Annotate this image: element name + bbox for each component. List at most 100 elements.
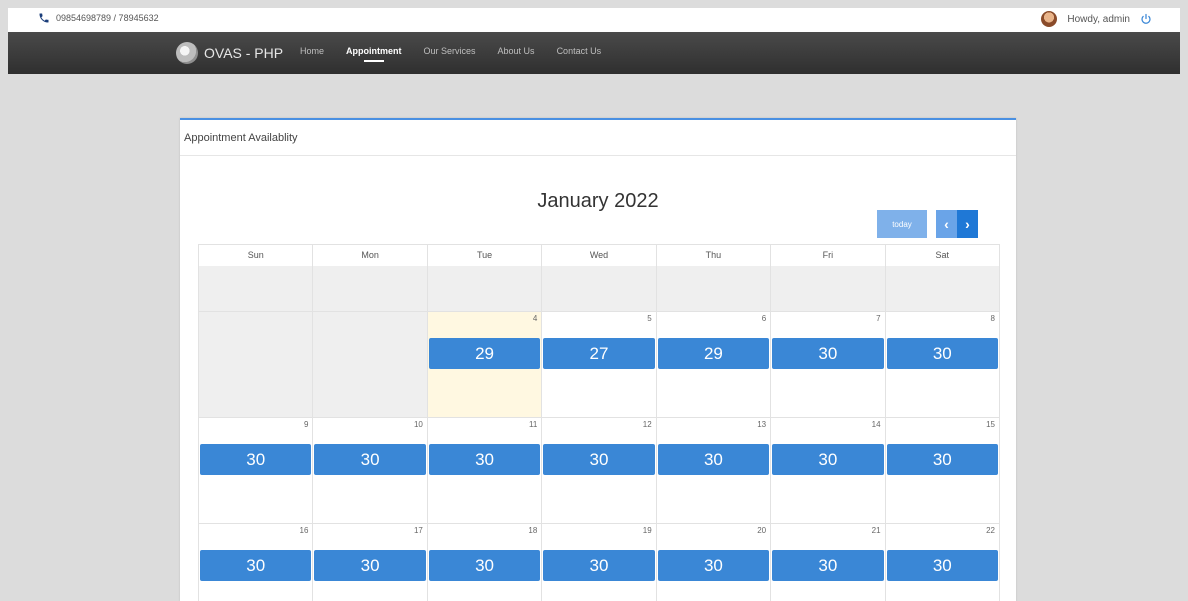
day-number: 18 [528, 526, 538, 535]
calendar-day-cell[interactable]: 21 30 [771, 524, 886, 601]
day-number: 21 [871, 526, 881, 535]
chevron-right-icon: › [965, 216, 970, 232]
calendar-day-cell[interactable]: 12 30 [542, 418, 657, 524]
availability-event[interactable]: 27 [543, 338, 655, 369]
calendar-day-cell[interactable] [542, 266, 657, 312]
day-number: 8 [990, 314, 995, 323]
nav-item-appointment[interactable]: Appointment [346, 46, 402, 62]
weekday-thu: Thu [656, 245, 772, 267]
calendar-day-cell[interactable]: 11 30 [427, 418, 543, 524]
top-utility-bar: 09854698789 / 78945632 Howdy, admin [8, 8, 1180, 32]
availability-event[interactable]: 29 [428, 338, 541, 369]
availability-event[interactable]: 30 [886, 338, 998, 369]
day-number: 11 [528, 420, 538, 429]
availability-event[interactable]: 30 [886, 550, 998, 581]
contact-phone: 09854698789 / 78945632 [38, 12, 159, 24]
availability-event[interactable]: 30 [314, 444, 426, 475]
day-number: 22 [986, 526, 995, 535]
nav-item-about-us[interactable]: About Us [498, 46, 535, 56]
weekday-header: Sun Mon Tue Wed Thu Fri Sat [198, 244, 1000, 267]
availability-event[interactable]: 30 [314, 550, 426, 581]
calendar-day-cell[interactable]: 13 30 [656, 418, 772, 524]
calendar-day-cell[interactable]: 22 30 [885, 524, 1000, 601]
nav-item-contact-us[interactable]: Contact Us [557, 46, 602, 56]
calendar-day-cell[interactable]: 18 30 [427, 524, 543, 601]
calendar-day-cell[interactable]: 17 30 [313, 524, 428, 601]
calendar-day-cell[interactable]: 4 29 [427, 312, 543, 418]
next-month-button[interactable]: › [957, 210, 978, 238]
calendar-day-cell[interactable]: 20 30 [656, 524, 772, 601]
calendar-grid: Sun Mon Tue Wed Thu Fri Sat 4 29 5 27 6 29 7 30… [198, 244, 1000, 601]
availability-event[interactable]: 30 [428, 550, 541, 581]
availability-event[interactable]: 30 [772, 444, 884, 475]
calendar-day-cell[interactable] [656, 266, 772, 312]
phone-number: 09854698789 / 78945632 [56, 13, 159, 23]
weekday-tue: Tue [427, 245, 543, 267]
calendar-week-row: 4 29 5 27 6 29 7 30 8 30 [199, 312, 1000, 418]
weekday-wed: Wed [542, 245, 657, 267]
availability-event[interactable]: 30 [657, 550, 770, 581]
calendar-day-cell[interactable]: 19 30 [542, 524, 657, 601]
availability-event[interactable]: 30 [772, 338, 884, 369]
availability-event[interactable]: 30 [886, 444, 998, 475]
nav-item-home[interactable]: Home [300, 46, 324, 56]
availability-event[interactable]: 30 [657, 444, 770, 475]
day-number: 12 [642, 420, 652, 429]
calendar-day-cell[interactable]: 8 30 [885, 312, 1000, 418]
calendar-day-cell[interactable] [771, 266, 886, 312]
calendar-toolbar: January 2022 today ‹ › [180, 156, 1016, 244]
calendar-day-cell[interactable] [313, 312, 428, 418]
calendar-day-cell[interactable]: 5 27 [542, 312, 657, 418]
availability-event[interactable]: 29 [657, 338, 770, 369]
calendar-day-cell[interactable]: 10 30 [313, 418, 428, 524]
calendar-day-cell[interactable] [885, 266, 1000, 312]
day-number: 20 [757, 526, 767, 535]
availability-event[interactable]: 30 [543, 444, 655, 475]
calendar-nav-buttons: ‹ › [936, 210, 978, 238]
day-number: 17 [413, 526, 423, 535]
availability-event[interactable]: 30 [772, 550, 884, 581]
availability-event[interactable]: 30 [428, 444, 541, 475]
nav-menu: Home Appointment Our Services About Us C… [300, 46, 602, 62]
weekday-sun: Sun [199, 245, 314, 267]
power-icon[interactable] [1140, 13, 1152, 25]
brand[interactable]: OVAS - PHP [176, 42, 283, 64]
day-number: 19 [642, 526, 652, 535]
availability-event[interactable]: 30 [200, 550, 312, 581]
card-title: Appointment Availablity [180, 120, 1016, 156]
calendar-day-cell[interactable] [313, 266, 428, 312]
day-number: 10 [413, 420, 423, 429]
calendar-day-cell[interactable]: 9 30 [199, 418, 314, 524]
day-number: 6 [761, 314, 767, 323]
weekday-mon: Mon [313, 245, 428, 267]
calendar-day-cell[interactable] [427, 266, 543, 312]
avatar[interactable] [1041, 11, 1058, 27]
calendar-day-cell[interactable]: 7 30 [771, 312, 886, 418]
calendar-day-cell[interactable]: 16 30 [199, 524, 314, 601]
calendar-weeks: 4 29 5 27 6 29 7 30 8 30 9 30 10 30 11 30 12 30 13 30 14 30 15… [198, 266, 1000, 601]
brand-logo[interactable] [176, 42, 198, 64]
calendar-day-cell[interactable]: 6 29 [656, 312, 772, 418]
user-menu[interactable]: Howdy, admin [1041, 11, 1152, 27]
day-number: 9 [303, 420, 309, 429]
brand-name[interactable]: OVAS - PHP [204, 45, 283, 61]
day-number: 14 [871, 420, 881, 429]
day-number: 16 [299, 526, 309, 535]
day-number: 7 [876, 314, 881, 323]
main-navbar: OVAS - PHP Home Appointment Our Services… [8, 32, 1180, 74]
prev-month-button[interactable]: ‹ [936, 210, 957, 238]
nav-item-our-services[interactable]: Our Services [424, 46, 476, 56]
day-number: 5 [647, 314, 652, 323]
today-button[interactable]: today [877, 210, 927, 238]
calendar-week-row [199, 266, 1000, 312]
availability-event[interactable]: 30 [543, 550, 655, 581]
calendar-day-cell[interactable] [199, 312, 314, 418]
day-number: 13 [757, 420, 767, 429]
user-greeting[interactable]: Howdy, admin [1067, 14, 1130, 25]
calendar-day-cell[interactable]: 14 30 [771, 418, 886, 524]
appointment-availability-card: Appointment Availablity January 2022 tod… [180, 118, 1016, 601]
calendar-day-cell[interactable] [199, 266, 314, 312]
calendar-day-cell[interactable]: 15 30 [885, 418, 1000, 524]
availability-event[interactable]: 30 [200, 444, 312, 475]
calendar-week-row: 16 30 17 30 18 30 19 30 20 30 21 30 22 30 [199, 524, 1000, 601]
